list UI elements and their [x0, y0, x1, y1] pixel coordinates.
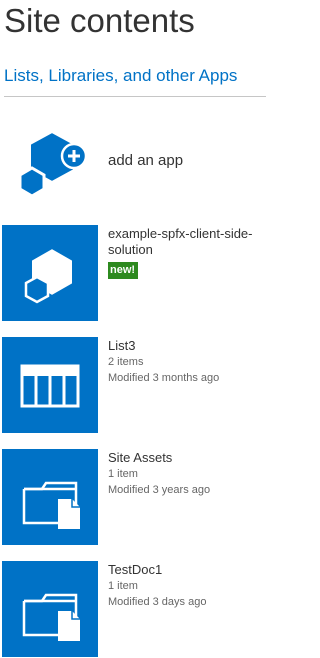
tile-title-link[interactable]: TestDoc1: [108, 562, 264, 578]
section-divider: [4, 96, 266, 97]
section-title: Lists, Libraries, and other Apps: [4, 66, 238, 85]
tile-info: TestDoc1 1 item Modified 3 days ago: [108, 562, 264, 610]
modified-date: Modified 3 days ago: [108, 596, 207, 608]
site-content-tile[interactable]: example-spfx-client-side-solution new!: [0, 225, 266, 321]
tile-title-link[interactable]: List3: [108, 338, 264, 354]
document-library-icon: [2, 449, 98, 545]
page-title: Site contents: [4, 2, 195, 39]
add-an-app-tile[interactable]: add an app: [0, 110, 266, 210]
tile-title-link[interactable]: example-spfx-client-side-solution: [108, 226, 264, 258]
new-badge: new!: [108, 262, 139, 279]
item-count: 2 items: [108, 356, 144, 368]
item-count: 1 item: [108, 468, 138, 480]
site-content-tile[interactable]: Site Assets 1 item Modified 3 years ago: [0, 449, 266, 545]
add-an-app-link[interactable]: add an app: [108, 150, 183, 172]
site-content-tile[interactable]: TestDoc1 1 item Modified 3 days ago: [0, 561, 266, 657]
document-library-icon: [2, 561, 98, 657]
list-icon: [2, 337, 98, 433]
app-icon: [2, 225, 98, 321]
tile-info: example-spfx-client-side-solution new!: [108, 226, 264, 279]
site-content-tile[interactable]: List3 2 items Modified 3 months ago: [0, 337, 266, 433]
tile-info: Site Assets 1 item Modified 3 years ago: [108, 450, 264, 498]
tile-info: List3 2 items Modified 3 months ago: [108, 338, 264, 386]
tile-title-link[interactable]: Site Assets: [108, 450, 264, 466]
item-count: 1 item: [108, 580, 138, 592]
modified-date: Modified 3 years ago: [108, 484, 211, 496]
site-contents-page: Site contents Lists, Libraries, and othe…: [0, 0, 266, 658]
add-app-icon: [14, 128, 92, 206]
modified-date: Modified 3 months ago: [108, 372, 220, 384]
